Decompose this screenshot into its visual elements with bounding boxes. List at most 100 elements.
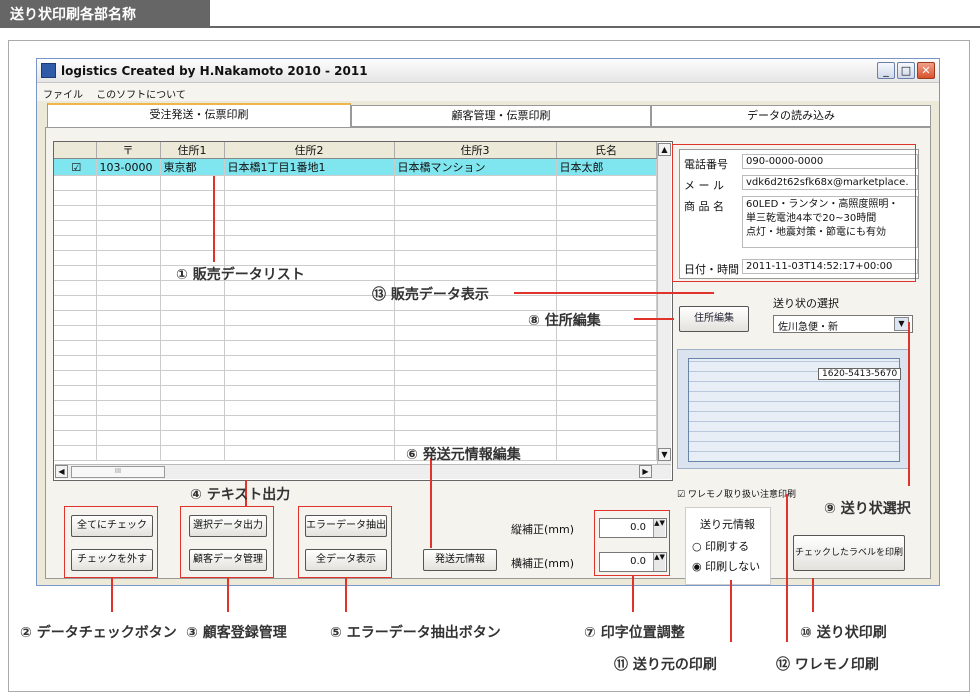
highlight-offset-steppers: [594, 510, 670, 576]
scroll-right-arrow-icon[interactable]: ▶: [639, 465, 652, 478]
leader-line-2: [111, 578, 113, 612]
minimize-button[interactable]: _: [877, 62, 895, 79]
leader-line-6: [430, 458, 432, 548]
callout-4: ④ テキスト出力: [190, 487, 291, 503]
callout-10: ⑩ 送り状印刷: [800, 625, 887, 641]
checkbox-icon[interactable]: ☑: [677, 490, 685, 500]
table-row[interactable]: [54, 445, 657, 461]
table-row[interactable]: [54, 415, 657, 431]
label-select-title: 送り状の選択: [773, 297, 839, 310]
fragile-print-checkbox[interactable]: ☑ ワレモノ取り扱い注意印刷: [677, 487, 796, 500]
sender-info-button[interactable]: 発送元情報: [423, 549, 497, 571]
tracking-number: 1620-5413-5670: [818, 368, 902, 380]
scroll-down-arrow-icon[interactable]: ▼: [658, 448, 671, 461]
horizontal-offset-label: 横補正(mm): [511, 557, 575, 570]
leader-line-8: [634, 318, 674, 320]
table-row[interactable]: [54, 235, 657, 251]
header-rule: [0, 26, 980, 28]
leader-line-1: [213, 176, 215, 262]
col-zip[interactable]: 〒: [96, 142, 161, 159]
col-addr3[interactable]: 住所3: [394, 142, 557, 159]
menu-bar: ファイル このソフトについて: [37, 83, 939, 101]
tab-orders[interactable]: 受注発送・伝票印刷: [47, 103, 351, 127]
menu-about[interactable]: このソフトについて: [96, 90, 186, 101]
highlight-error-buttons: [298, 506, 392, 578]
callout-3: ③ 顧客登録管理: [186, 625, 287, 641]
label-preview-image: 1620-5413-5670: [677, 349, 909, 469]
col-addr1[interactable]: 住所1: [160, 142, 225, 159]
callout-8: ⑧ 住所編集: [528, 313, 601, 329]
maximize-button[interactable]: □: [897, 62, 915, 79]
col-name[interactable]: 氏名: [556, 142, 657, 159]
app-window: logistics Created by H.Nakamoto 2010 - 2…: [36, 58, 940, 586]
highlight-output-buttons: [180, 506, 274, 578]
table-row[interactable]: [54, 340, 657, 356]
cell-name[interactable]: 日本太郎: [556, 158, 657, 176]
col-addr2[interactable]: 住所2: [224, 142, 395, 159]
table-row[interactable]: [54, 430, 657, 446]
leader-line-11: [730, 580, 732, 642]
leader-line-3: [227, 578, 229, 612]
fragile-label: ワレモノ取り扱い注意印刷: [687, 490, 796, 500]
grid-horizontal-scrollbar[interactable]: ◀ III ▶: [55, 464, 671, 479]
cell-addr2[interactable]: 日本橋1丁目1番地1: [224, 158, 395, 176]
scroll-left-arrow-icon[interactable]: ◀: [55, 465, 68, 478]
table-row[interactable]: [54, 370, 657, 386]
page-title: 送り状印刷各部名称: [10, 7, 136, 23]
callout-1: ① 販売データリスト: [176, 267, 305, 283]
menu-file[interactable]: ファイル: [43, 90, 83, 101]
table-row[interactable]: [54, 220, 657, 236]
radio-off-icon[interactable]: ○: [692, 540, 702, 553]
callout-6: ⑥ 発送元情報編集: [406, 447, 521, 463]
table-row[interactable]: [54, 355, 657, 371]
scroll-thumb[interactable]: III: [71, 466, 165, 478]
close-button[interactable]: ✕: [917, 62, 935, 79]
callout-2: ② データチェックボタン: [20, 625, 177, 641]
table-row[interactable]: [54, 295, 657, 311]
table-row[interactable]: [54, 205, 657, 221]
grid-vertical-scrollbar[interactable]: ▲ ▼: [657, 143, 671, 479]
row-checkbox[interactable]: ☑: [54, 158, 97, 176]
chevron-down-icon[interactable]: ▼: [894, 317, 909, 331]
callout-9: ⑨ 送り状選択: [824, 501, 911, 517]
no-print-radio[interactable]: ◉ 印刷しない: [692, 558, 760, 574]
table-row[interactable]: [54, 400, 657, 416]
callout-12: ⑫ ワレモノ印刷: [776, 657, 879, 673]
cell-addr1[interactable]: 東京都: [160, 158, 225, 176]
leader-line-7: [632, 576, 634, 612]
grid-header-row: 〒 住所1 住所2 住所3 氏名: [54, 142, 657, 159]
table-row[interactable]: [54, 250, 657, 266]
callout-5: ⑤ エラーデータ抽出ボタン: [330, 625, 501, 641]
cell-addr3[interactable]: 日本橋マンション: [394, 158, 557, 176]
app-icon: [41, 63, 56, 78]
scroll-up-arrow-icon[interactable]: ▲: [658, 143, 671, 156]
leader-line-9: [908, 322, 910, 486]
radio-on-icon[interactable]: ◉: [692, 560, 702, 573]
table-row[interactable]: ☑ 103-0000 東京都 日本橋1丁目1番地1 日本橋マンション 日本太郎: [54, 158, 657, 176]
vertical-offset-label: 縦補正(mm): [511, 523, 575, 536]
tab-customers[interactable]: 顧客管理・伝票印刷: [351, 105, 651, 127]
table-row[interactable]: [54, 190, 657, 206]
highlight-info-panel: [672, 144, 916, 282]
table-row[interactable]: [54, 265, 657, 281]
tab-data-import[interactable]: データの読み込み: [651, 105, 931, 127]
leader-line-10: [812, 578, 814, 612]
page-header: 送り状印刷各部名称: [0, 0, 210, 26]
cell-zip[interactable]: 103-0000: [96, 158, 161, 176]
window-title: logistics Created by H.Nakamoto 2010 - 2…: [61, 64, 368, 78]
table-row[interactable]: [54, 175, 657, 191]
sender-print-title: 送り元情報: [700, 518, 755, 531]
col-check[interactable]: [54, 142, 97, 159]
address-edit-button[interactable]: 住所編集: [679, 306, 749, 332]
callout-11: ⑪ 送り元の印刷: [614, 657, 717, 673]
leader-line-12: [786, 494, 788, 642]
label-type-select[interactable]: 佐川急便・新 ▼: [773, 315, 913, 333]
title-bar[interactable]: logistics Created by H.Nakamoto 2010 - 2…: [37, 59, 939, 83]
print-radio[interactable]: ○ 印刷する: [692, 538, 749, 554]
leader-line-5: [345, 578, 347, 612]
table-row[interactable]: [54, 385, 657, 401]
sender-print-group: 送り元情報 ○ 印刷する ◉ 印刷しない: [685, 507, 771, 585]
print-checked-labels-button[interactable]: チェックしたラベルを印刷: [793, 535, 905, 571]
leader-line-13: [514, 292, 714, 294]
highlight-check-buttons: [64, 506, 158, 578]
